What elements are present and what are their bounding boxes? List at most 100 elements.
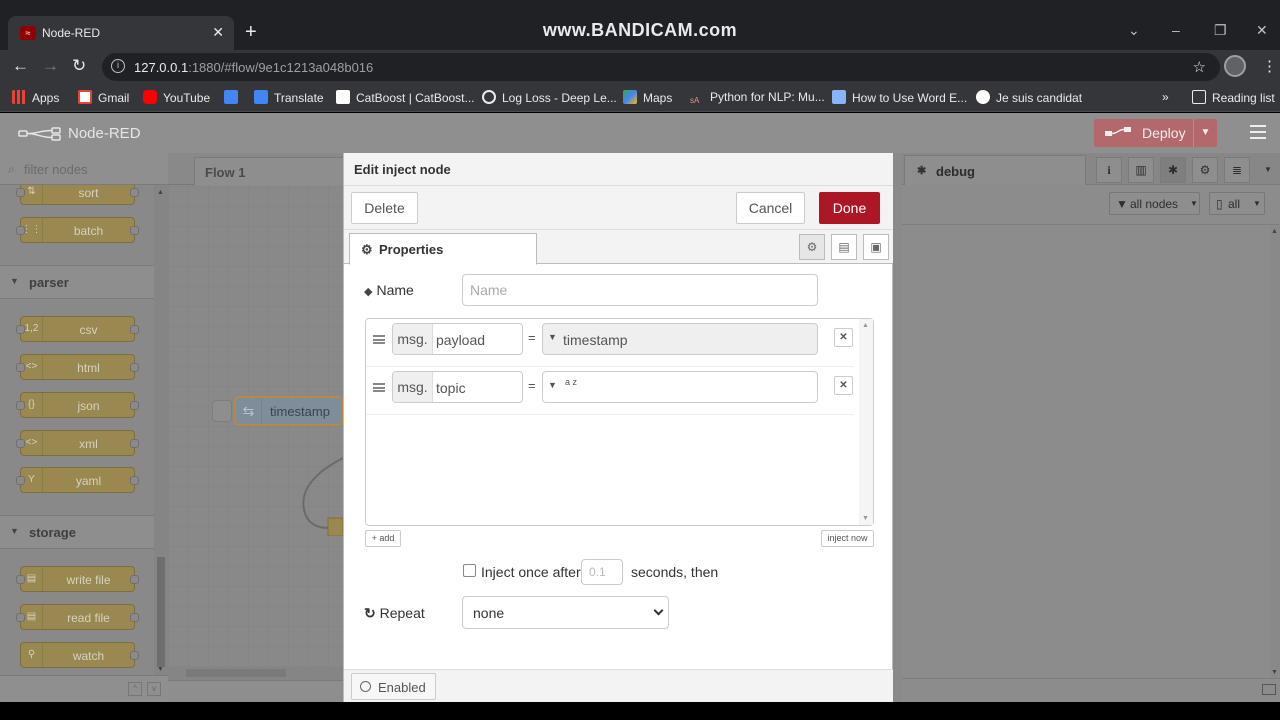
info-icon[interactable]: i [1096,157,1122,183]
bookmark-docs[interactable] [224,90,244,106]
property-field-input[interactable]: msg. topic [392,371,523,403]
bookmark-translate[interactable]: Translate [254,90,324,106]
back-arrow-icon[interactable]: ← [12,56,29,76]
tab-properties[interactable]: ⚙ Properties [349,233,537,265]
output-port[interactable] [130,575,139,584]
bookmark-star-icon[interactable]: ☆ [1193,58,1206,76]
palette-category-storage[interactable]: ▼ storage [0,515,154,549]
bookmark-log-loss[interactable]: Log Loss - Deep Le... [482,90,617,106]
workspace-hscrollbar[interactable] [168,666,343,680]
property-field-input[interactable]: msg. payload [392,323,523,355]
palette-node-html[interactable]: <> html [16,354,139,380]
drag-handle-icon[interactable] [373,383,385,392]
tab-debug[interactable]: ✱ debug [904,155,1086,186]
remove-row-x-icon[interactable]: ✕ [834,376,853,395]
property-value-typed-input[interactable]: ▼ a z [542,371,818,403]
delete-button[interactable]: Delete [351,192,418,224]
config-gear-icon[interactable]: ⚙ [1192,157,1218,183]
bookmark-je-suis-candidat[interactable]: Je suis candidat [976,90,1082,106]
input-port[interactable] [16,476,25,485]
output-port[interactable] [130,613,139,622]
scroll-down-icon[interactable]: ▼ [157,666,164,673]
debug-clear-button[interactable]: ▯ all ▼ [1209,192,1265,215]
output-port[interactable] [130,401,139,410]
url-text[interactable]: 127.0.0.1:1880/#flow/9e1c1213a048b016 [134,60,373,75]
appearance-frame-icon[interactable]: ▣ [863,234,889,260]
input-port[interactable] [16,439,25,448]
bookmark-python-nlp[interactable]: sA Python for NLP: Mu... [690,90,825,106]
minimize-icon[interactable]: – [1172,22,1180,38]
palette-node-yaml[interactable]: Y yaml [16,467,139,493]
palette-node-sort[interactable]: ⇅ sort [16,185,139,205]
palette-node-watch[interactable]: ⚲ watch [20,642,139,668]
workspace-hscroll-thumb[interactable] [186,669,286,677]
output-port[interactable] [130,226,139,235]
palette-scroll-thumb[interactable] [157,557,165,667]
deploy-button[interactable]: Deploy ▼ [1094,119,1217,147]
input-port[interactable] [16,188,25,197]
scroll-up-icon[interactable]: ▲ [1271,228,1278,235]
remove-row-x-icon[interactable]: ✕ [834,328,853,347]
debug-bug-icon[interactable]: ✱ [1160,157,1186,183]
chrome-menu-icon[interactable]: ⋮ [1262,57,1277,75]
url-omnibox[interactable]: i 127.0.0.1:1880/#flow/9e1c1213a048b016 … [102,53,1220,81]
input-port[interactable] [16,575,25,584]
inject-now-button[interactable]: inject now [821,530,874,547]
tab-search-chevron-icon[interactable]: ⌄ [1128,22,1140,39]
input-port[interactable] [16,613,25,622]
restore-icon[interactable]: ❐ [1214,22,1227,39]
name-input[interactable] [462,274,818,306]
output-port[interactable] [130,325,139,334]
palette-filter[interactable]: ⌕ filter nodes [0,153,168,185]
debug-filter-nodes-button[interactable]: ▼ all nodes ▼ [1109,192,1200,215]
inject-once-seconds-input[interactable]: 0.1 [581,559,623,585]
sidebar-menu-caret-icon[interactable]: ▼ [1264,165,1272,174]
site-info-icon[interactable]: i [111,59,125,73]
description-doc-icon[interactable]: ▤ [831,234,857,260]
palette-node-json[interactable]: {} json [16,392,139,418]
scroll-down-icon[interactable]: ▼ [1271,669,1278,676]
repeat-select[interactable]: none [462,596,669,629]
done-button[interactable]: Done [819,192,880,224]
caret-down-icon[interactable]: ▼ [548,380,557,390]
output-port[interactable] [130,476,139,485]
window-close-icon[interactable]: ✕ [1256,22,1268,39]
node-settings-gear-icon[interactable]: ⚙ [799,234,825,260]
wire[interactable] [298,456,343,536]
cancel-button[interactable]: Cancel [736,192,805,224]
reload-icon[interactable]: ↻ [72,56,86,76]
properties-list-scrollbar[interactable]: ▲ ▼ [859,319,873,525]
bookmark-gmail[interactable]: Gmail [78,90,129,106]
context-data-icon[interactable]: ≣ [1224,157,1250,183]
scroll-down-icon[interactable]: ▼ [862,515,869,522]
palette-node-read-file[interactable]: ▤ read file [16,604,139,630]
reading-list-button[interactable]: Reading list [1192,90,1275,106]
main-menu-icon[interactable] [1250,125,1266,139]
input-port[interactable] [16,226,25,235]
forward-arrow-icon[interactable]: → [42,56,59,76]
enabled-toggle[interactable]: Enabled [351,673,436,700]
palette-category-parser[interactable]: ▼ parser [0,265,154,299]
help-book-icon[interactable]: ▥ [1128,157,1154,183]
bookmark-youtube[interactable]: YouTube [143,90,210,106]
inject-node-timestamp[interactable]: ⇆ timestamp [234,396,344,426]
collapse-all-icon[interactable]: ^ [128,682,142,696]
drag-handle-icon[interactable] [373,335,385,344]
tab-flow-1[interactable]: Flow 1 [194,157,344,186]
expand-all-icon[interactable]: v [147,682,161,696]
flow-canvas[interactable]: ⇆ timestamp [168,186,344,666]
profile-avatar[interactable] [1224,55,1246,77]
palette-node-xml[interactable]: <> xml [16,430,139,456]
bookmark-word-embeddings[interactable]: How to Use Word E... [832,90,967,106]
bookmark-catboost[interactable]: CatBoost | CatBoost... [336,90,475,106]
inject-trigger-button[interactable] [212,400,232,422]
open-debug-window-icon[interactable] [1262,684,1276,695]
bookmarks-overflow-icon[interactable]: » [1162,90,1169,106]
inject-once-checkbox[interactable] [463,564,476,577]
input-port[interactable] [16,401,25,410]
caret-down-icon[interactable]: ▼ [548,332,557,342]
palette-node-csv[interactable]: 1,2 csv [16,316,139,342]
scroll-up-icon[interactable]: ▲ [862,322,869,329]
input-port[interactable] [16,363,25,372]
sidebar-resize-handle[interactable] [893,153,902,702]
